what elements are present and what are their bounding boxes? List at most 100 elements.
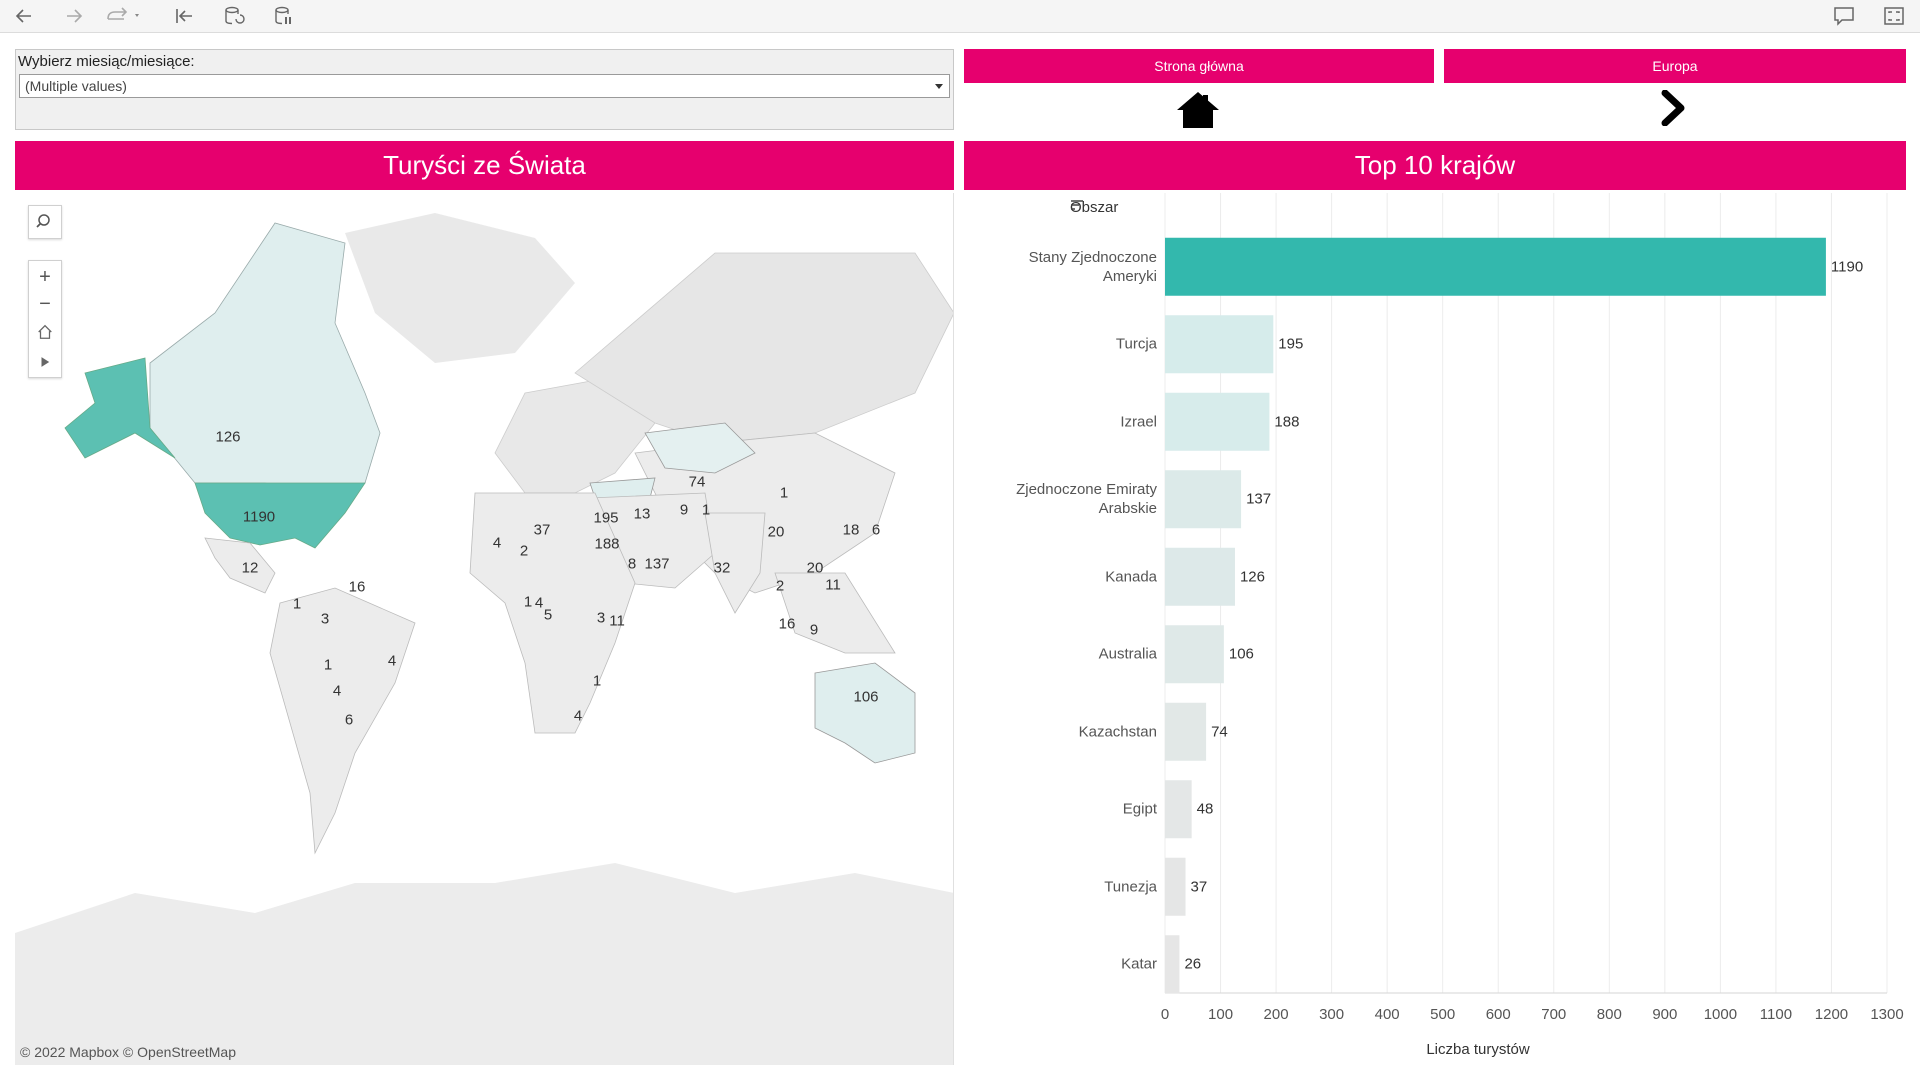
x-axis-title: Liczba turystów — [1426, 1041, 1530, 1058]
undo-icon[interactable] — [12, 4, 36, 28]
category-label[interactable]: Turcja — [1116, 335, 1157, 354]
pause-updates-icon[interactable] — [272, 4, 296, 28]
map-search-button[interactable] — [28, 205, 62, 239]
fullscreen-icon[interactable] — [1882, 4, 1906, 28]
comment-icon[interactable] — [1832, 4, 1856, 28]
map-label: 188 — [594, 535, 620, 553]
map-label: 20 — [806, 559, 824, 577]
map-region-australia — [814, 662, 916, 764]
map-region-usa — [194, 482, 366, 549]
x-tick-label: 700 — [1541, 1006, 1567, 1023]
europe-button[interactable]: Europa — [1444, 49, 1906, 83]
bar[interactable] — [1165, 780, 1192, 839]
category-label[interactable]: Katar — [1121, 955, 1157, 974]
map-label: 4 — [573, 707, 583, 725]
map-region-canada — [149, 222, 381, 494]
search-icon — [36, 214, 50, 228]
x-tick-label: 0 — [1160, 1006, 1170, 1023]
revert-icon[interactable] — [104, 4, 144, 28]
bar-value-label: 74 — [1211, 723, 1228, 741]
redo-icon[interactable] — [62, 4, 86, 28]
map-label: 74 — [688, 473, 706, 491]
zoom-in-icon[interactable]: + — [29, 263, 61, 291]
bar[interactable] — [1165, 470, 1242, 529]
map-label: 126 — [215, 428, 241, 446]
bar[interactable] — [1165, 237, 1826, 296]
map-label: 6 — [871, 521, 881, 539]
x-tick-label: 1000 — [1703, 1006, 1738, 1023]
x-tick-label: 400 — [1374, 1006, 1400, 1023]
home-extent-icon[interactable] — [29, 318, 61, 346]
map-label: 16 — [348, 578, 366, 596]
map-region-antarctica — [15, 863, 953, 1065]
x-tick-label: 200 — [1263, 1006, 1289, 1023]
x-tick-label: 1300 — [1870, 1006, 1904, 1023]
map-label: 1 — [592, 672, 602, 690]
map-label: 1 — [701, 501, 711, 519]
map-label: 5 — [543, 606, 553, 624]
map-label: 32 — [713, 559, 731, 577]
category-label[interactable]: Kazachstan — [1079, 722, 1157, 741]
map-region-greenland — [345, 213, 575, 363]
bar-value-label: 126 — [1239, 568, 1265, 586]
zoom-out-icon[interactable]: − — [29, 290, 61, 318]
bar-value-label: 188 — [1274, 413, 1300, 431]
map-label: 1 — [292, 595, 302, 613]
map-label: 1190 — [242, 508, 276, 526]
category-label[interactable]: Izrael — [1120, 412, 1157, 431]
month-filter: Wybierz miesiąc/miesiące: (Multiple valu… — [15, 49, 954, 130]
bar-value-label: 106 — [1228, 645, 1254, 663]
bar[interactable] — [1165, 315, 1274, 374]
chevron-right-icon[interactable] — [1660, 89, 1688, 127]
map-label: 3 — [320, 610, 330, 628]
map-label: 8 — [627, 555, 637, 573]
map-label: 18 — [842, 521, 860, 539]
bar[interactable] — [1165, 392, 1270, 451]
x-tick-label: 1200 — [1814, 1006, 1849, 1023]
home-button[interactable]: Strona główna — [964, 49, 1434, 83]
map-label: 11 — [609, 612, 625, 630]
x-tick-label: 1100 — [1759, 1006, 1793, 1023]
x-tick-label: 600 — [1485, 1006, 1511, 1023]
map-label: 3 — [596, 609, 606, 627]
x-tick-label: 100 — [1208, 1006, 1234, 1023]
map-label: 13 — [633, 505, 651, 523]
bar[interactable] — [1165, 935, 1180, 994]
map-attribution: © 2022 Mapbox © OpenStreetMap — [20, 1044, 236, 1060]
bar[interactable] — [1165, 702, 1207, 761]
play-icon[interactable] — [29, 348, 61, 376]
map-label: 9 — [679, 501, 689, 519]
map-label: 1 — [323, 656, 333, 674]
map-label: 20 — [767, 523, 785, 541]
map-label: 16 — [778, 615, 796, 633]
map-label: 11 — [825, 576, 841, 594]
month-select[interactable]: (Multiple values) — [19, 74, 950, 98]
map-label: 4 — [387, 652, 397, 670]
map-label: 4 — [534, 594, 544, 612]
chevron-down-icon[interactable] — [935, 84, 943, 89]
home-icon[interactable] — [1176, 90, 1220, 130]
chart-title: Top 10 krajów — [964, 141, 1906, 190]
map-label: 4 — [332, 682, 342, 700]
category-label[interactable]: Egipt — [1123, 800, 1157, 819]
bar-value-label: 195 — [1278, 335, 1304, 353]
category-label[interactable]: Australia — [1099, 645, 1157, 664]
map-label: 1 — [779, 484, 789, 502]
revert-start-icon[interactable] — [172, 4, 196, 28]
world-map[interactable]: + − 126 1190 12 16 1 3 4 1 4 6 74 1 195 … — [15, 193, 954, 1065]
refresh-icon[interactable] — [222, 4, 246, 28]
bar[interactable] — [1165, 857, 1186, 916]
category-label[interactable]: Stany Zjednoczone Ameryki — [1029, 248, 1157, 286]
map-label: 6 — [344, 711, 354, 729]
bar[interactable] — [1165, 547, 1235, 606]
category-label[interactable]: Tunezja — [1104, 877, 1157, 896]
category-label[interactable]: Zjednoczone Emiraty Arabskie — [1016, 480, 1157, 518]
bar[interactable] — [1165, 625, 1224, 684]
category-label[interactable]: Kanada — [1105, 567, 1157, 586]
map-region-south-america — [269, 587, 416, 855]
x-tick-label: 800 — [1596, 1006, 1622, 1023]
bar-value-label: 48 — [1196, 800, 1214, 818]
bar-value-label: 26 — [1184, 955, 1202, 973]
toolbar — [0, 0, 1920, 33]
map-label: 2 — [775, 577, 785, 595]
